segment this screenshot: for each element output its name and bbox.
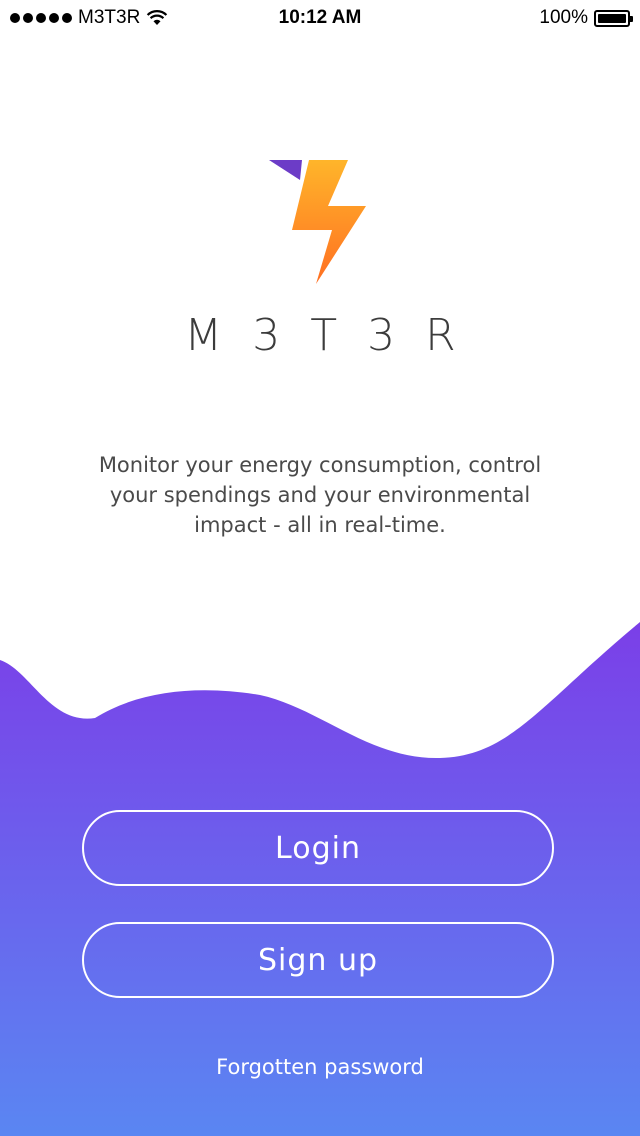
status-bar: M3T3R 10:12 AM 100%: [0, 0, 640, 40]
forgotten-password-link[interactable]: Forgotten password: [0, 1055, 640, 1079]
signup-button[interactable]: Sign up: [82, 922, 554, 998]
battery-icon: [594, 9, 633, 27]
tagline: Monitor your energy consumption, control…: [98, 453, 542, 537]
lightning-bolt-icon: [269, 160, 366, 284]
login-button[interactable]: Login: [82, 810, 554, 886]
status-right: 100%: [539, 7, 633, 29]
brand-name: M3T3R: [184, 310, 486, 361]
battery-percent: 100%: [539, 7, 588, 28]
